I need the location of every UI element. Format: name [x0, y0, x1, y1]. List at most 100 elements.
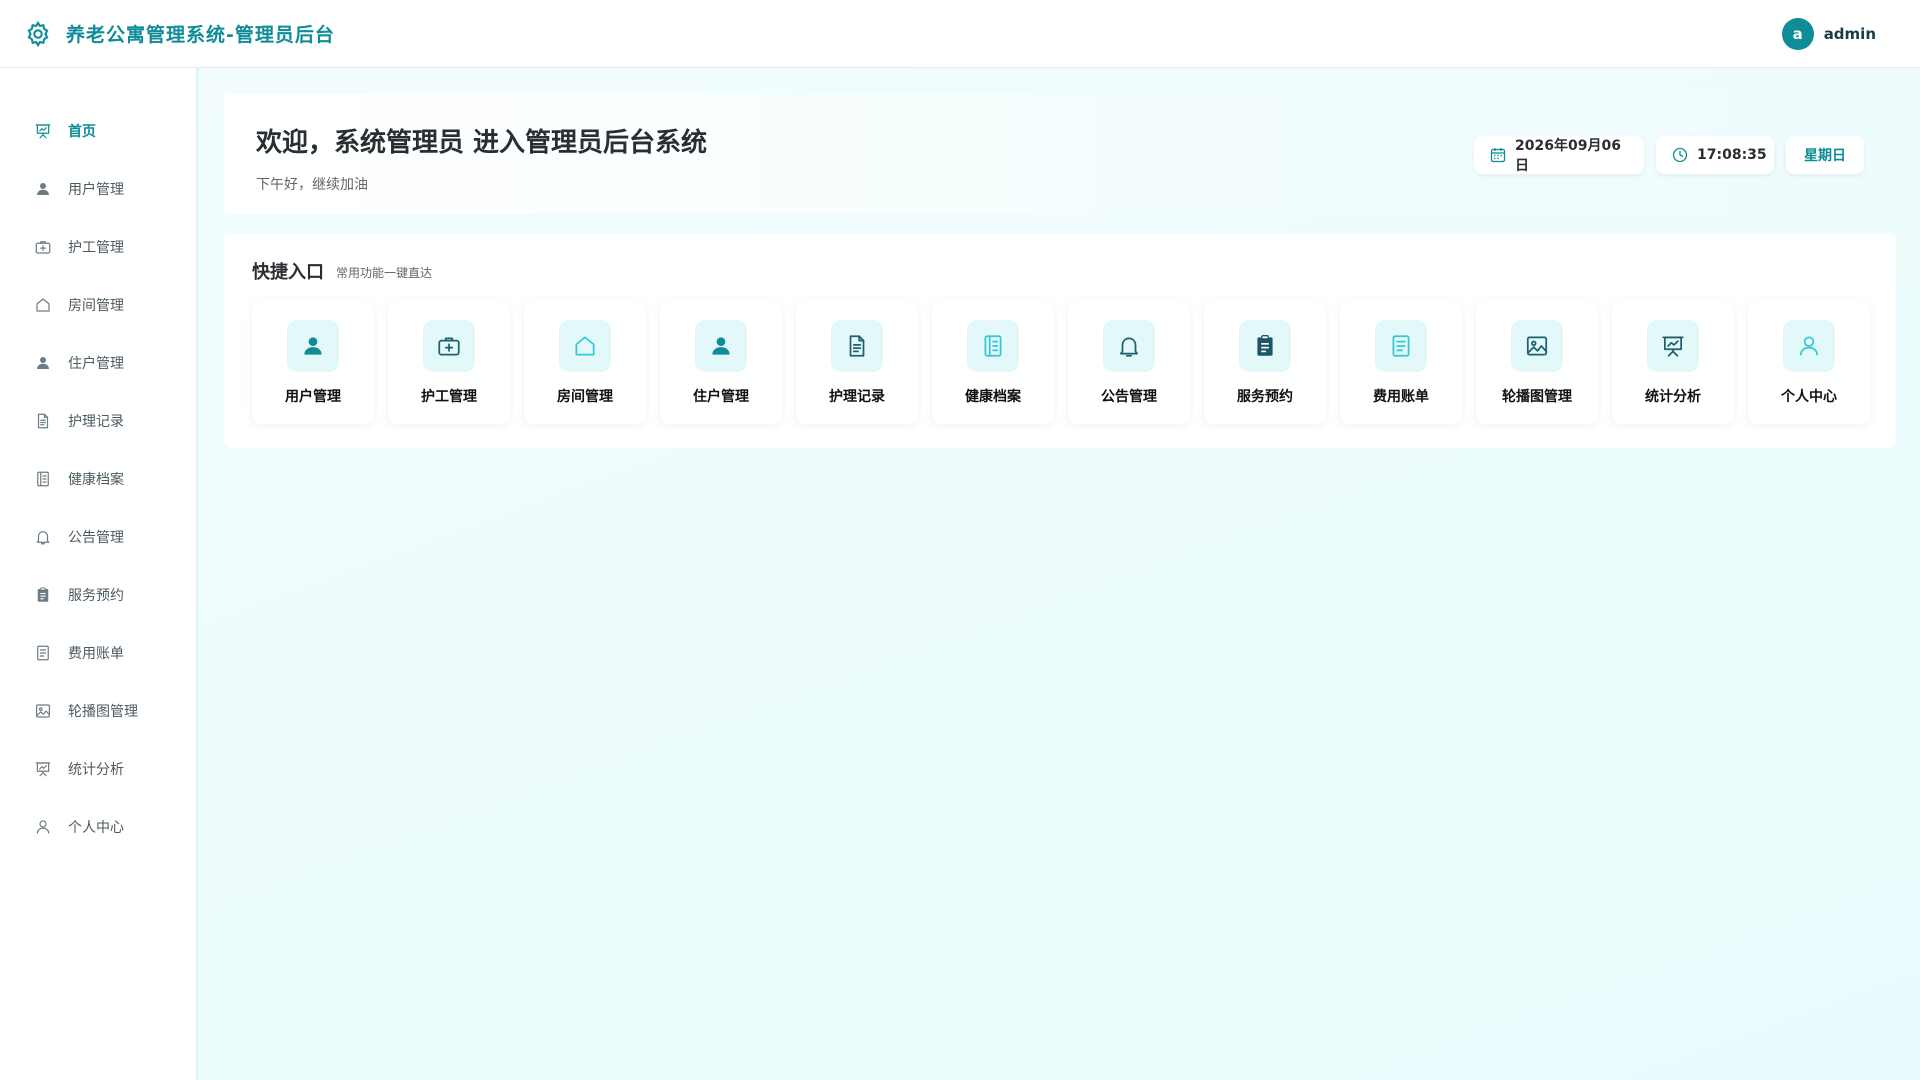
- welcome-panel: 欢迎，系统管理员 进入管理员后台系统 下午好，继续加油 2026年09月06日: [224, 94, 1896, 214]
- sidebar-item-label: 住户管理: [68, 356, 124, 372]
- quick-access-panel: 快捷入口 常用功能一键直达 用户管理 护工管理 房间管理 住户管理 护理记录 健康档案 公告…: [224, 234, 1896, 448]
- quick-card-label: 护工管理: [421, 389, 477, 405]
- welcome-subtitle: 下午好，继续加油: [256, 177, 368, 193]
- welcome-title: 欢迎，系统管理员 进入管理员后台系统: [256, 128, 708, 158]
- avatar[interactable]: a: [1781, 17, 1814, 50]
- home-icon: [34, 296, 52, 314]
- weekday-pill: 星期日: [1786, 136, 1864, 174]
- sidebar-item-6[interactable]: 健康档案: [0, 450, 196, 508]
- quick-card-label: 护理记录: [829, 389, 885, 405]
- quick-card-label: 用户管理: [285, 389, 341, 405]
- bell-icon: [34, 528, 52, 546]
- sidebar-item-label: 护理记录: [68, 414, 124, 430]
- quick-card-8[interactable]: 费用账单: [1340, 300, 1462, 424]
- sidebar-item-label: 房间管理: [68, 298, 124, 314]
- calendar-icon: [1490, 147, 1506, 163]
- quick-card-6[interactable]: 公告管理: [1068, 300, 1190, 424]
- quick-card-label: 健康档案: [965, 389, 1021, 405]
- quick-card-label: 公告管理: [1101, 389, 1157, 405]
- quick-card-2[interactable]: 房间管理: [524, 300, 646, 424]
- sidebar-item-3[interactable]: 房间管理: [0, 276, 196, 334]
- quick-card-icon-box: [1103, 320, 1155, 372]
- quick-card-label: 个人中心: [1781, 389, 1837, 405]
- weekday-text: 星期日: [1804, 148, 1846, 164]
- user-icon: [34, 180, 52, 198]
- sidebar-item-label: 轮播图管理: [68, 704, 138, 720]
- presentation-chart-icon: [1660, 333, 1686, 359]
- user-icon: [300, 333, 326, 359]
- sidebar-item-label: 个人中心: [68, 820, 124, 836]
- sidebar-item-label: 服务预约: [68, 588, 124, 604]
- presentation-chart-icon: [34, 760, 52, 778]
- quick-card-1[interactable]: 护工管理: [388, 300, 510, 424]
- date-text: 2026年09月06日: [1515, 138, 1621, 174]
- clipboard-icon: [1252, 333, 1278, 359]
- quick-card-icon-box: [831, 320, 883, 372]
- user-menu[interactable]: a admin: [1781, 17, 1876, 50]
- document-icon: [844, 333, 870, 359]
- username[interactable]: admin: [1824, 25, 1876, 43]
- app-title: 养老公寓管理系统-管理员后台: [66, 24, 335, 46]
- date-pill: 2026年09月06日: [1474, 136, 1644, 174]
- quick-card-label: 费用账单: [1373, 389, 1429, 405]
- quick-card-5[interactable]: 健康档案: [932, 300, 1054, 424]
- main-content: 欢迎，系统管理员 进入管理员后台系统 下午好，继续加油 2026年09月06日: [200, 68, 1920, 1080]
- quick-card-0[interactable]: 用户管理: [252, 300, 374, 424]
- sidebar-item-label: 统计分析: [68, 762, 124, 778]
- sidebar-item-1[interactable]: 用户管理: [0, 160, 196, 218]
- presentation-chart-icon: [34, 122, 52, 140]
- sidebar-item-9[interactable]: 费用账单: [0, 624, 196, 682]
- sidebar-item-0[interactable]: 首页: [0, 102, 196, 160]
- sidebar-item-10[interactable]: 轮播图管理: [0, 682, 196, 740]
- document-icon: [34, 412, 52, 430]
- picture-icon: [1524, 333, 1550, 359]
- quick-card-icon-box: [287, 320, 339, 372]
- quick-card-icon-box: [1647, 320, 1699, 372]
- clipboard-icon: [34, 586, 52, 604]
- user-outline-icon: [34, 818, 52, 836]
- quick-card-icon-box: [1375, 320, 1427, 372]
- quick-card-icon-box: [423, 320, 475, 372]
- top-header: 养老公寓管理系统-管理员后台 a admin: [0, 0, 1920, 68]
- quick-card-3[interactable]: 住户管理: [660, 300, 782, 424]
- quick-card-9[interactable]: 轮播图管理: [1476, 300, 1598, 424]
- sidebar-item-label: 公告管理: [68, 530, 124, 546]
- gear-icon: [24, 20, 52, 48]
- sidebar-item-5[interactable]: 护理记录: [0, 392, 196, 450]
- notebook-icon: [34, 470, 52, 488]
- quick-card-10[interactable]: 统计分析: [1612, 300, 1734, 424]
- sidebar-item-7[interactable]: 公告管理: [0, 508, 196, 566]
- quick-access-cards: 用户管理 护工管理 房间管理 住户管理 护理记录 健康档案 公告管理 服务预约 费用账单 轮播图管…: [252, 300, 1870, 424]
- bill-icon: [34, 644, 52, 662]
- bell-icon: [1116, 333, 1142, 359]
- quick-card-icon-box: [695, 320, 747, 372]
- quick-card-11[interactable]: 个人中心: [1748, 300, 1870, 424]
- medical-kit-icon: [436, 333, 462, 359]
- clock-icon: [1672, 147, 1688, 163]
- quick-access-title: 快捷入口: [252, 262, 324, 283]
- quick-card-icon-box: [1511, 320, 1563, 372]
- sidebar-item-4[interactable]: 住户管理: [0, 334, 196, 392]
- sidebar-item-12[interactable]: 个人中心: [0, 798, 196, 856]
- time-text: 17:08:35: [1697, 147, 1767, 163]
- sidebar-item-label: 护工管理: [68, 240, 124, 256]
- quick-card-label: 住户管理: [693, 389, 749, 405]
- quick-card-icon-box: [559, 320, 611, 372]
- quick-card-label: 服务预约: [1237, 389, 1293, 405]
- sidebar-item-label: 用户管理: [68, 182, 124, 198]
- medical-kit-icon: [34, 238, 52, 256]
- quick-card-4[interactable]: 护理记录: [796, 300, 918, 424]
- time-pill: 17:08:35: [1656, 136, 1774, 174]
- quick-card-icon-box: [1783, 320, 1835, 372]
- user-icon: [34, 354, 52, 372]
- sidebar-item-2[interactable]: 护工管理: [0, 218, 196, 276]
- quick-card-7[interactable]: 服务预约: [1204, 300, 1326, 424]
- user-icon: [708, 333, 734, 359]
- sidebar-item-label: 首页: [68, 124, 96, 140]
- sidebar-item-11[interactable]: 统计分析: [0, 740, 196, 798]
- quick-access-subtitle: 常用功能一键直达: [336, 266, 433, 280]
- sidebar-item-label: 费用账单: [68, 646, 124, 662]
- sidebar-item-8[interactable]: 服务预约: [0, 566, 196, 624]
- notebook-icon: [980, 333, 1006, 359]
- sidebar-item-label: 健康档案: [68, 472, 124, 488]
